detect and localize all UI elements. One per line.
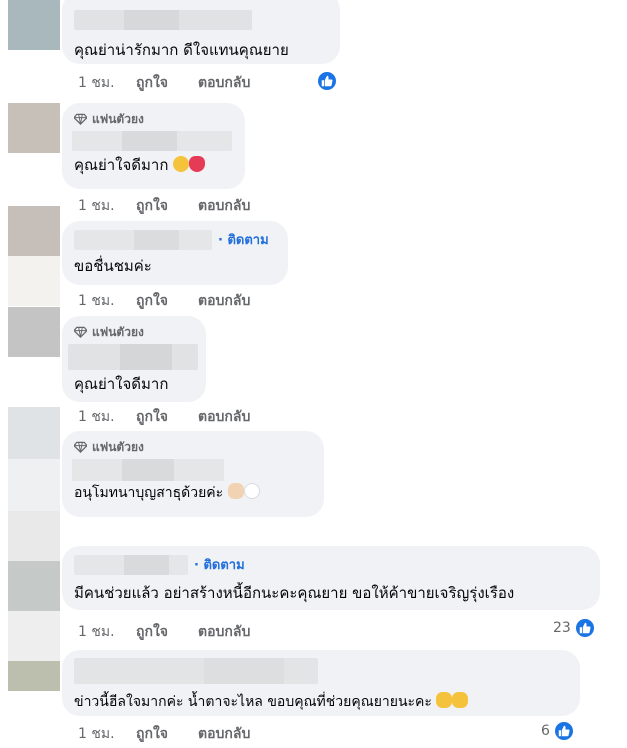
comment-actions: 1 ชม. ถูกใจ ตอบกลับ: [78, 621, 250, 643]
avatar[interactable]: [8, 611, 60, 661]
commenter-name-blurred[interactable]: [74, 229, 212, 250]
follow-button[interactable]: · ติดตาม: [218, 229, 269, 250]
like-button[interactable]: ถูกใจ: [136, 723, 194, 745]
comment-bubble: แฟนตัวยง คุณย่าใจดีมาก: [62, 316, 206, 402]
follow-button[interactable]: · ติดตาม: [194, 554, 245, 575]
folded-hands-emoji-icon: [227, 483, 244, 499]
top-fan-badge: แฟนตัวยง: [74, 324, 194, 340]
like-button[interactable]: ถูกใจ: [136, 406, 194, 428]
like-button[interactable]: ถูกใจ: [136, 72, 194, 94]
comment-text: คุณย่าน่ารักมาก ดีใจแทนคุณยาย: [74, 41, 289, 59]
reply-button[interactable]: ตอบกลับ: [198, 195, 250, 217]
comment-time[interactable]: 1 ชม.: [78, 723, 120, 745]
comment-time[interactable]: 1 ชม.: [78, 406, 120, 428]
top-fan-badge: แฟนตัวยง: [74, 439, 312, 455]
commenter-name-blurred[interactable]: [74, 554, 188, 575]
like-thumb-icon: [316, 70, 338, 92]
comment-actions: 1 ชม. ถูกใจ ตอบกลับ: [78, 290, 250, 312]
comment-actions: 1 ชม. ถูกใจ ตอบกลับ: [78, 195, 250, 217]
like-thumb-icon: [573, 617, 596, 639]
comment-actions: 1 ชม. ถูกใจ ตอบกลับ: [78, 406, 250, 428]
comment-text: อนุโมทนาบุญสาธุด้วยค่ะ: [74, 483, 312, 503]
comment-text: ขอชื่นชมค่ะ: [74, 257, 152, 275]
pleading-face-emoji-icon: [173, 156, 190, 172]
white-heart-emoji-icon: [243, 483, 260, 499]
comment-bubble: คุณย่าน่ารักมาก ดีใจแทนคุณยาย: [62, 0, 340, 64]
avatar[interactable]: [8, 307, 60, 357]
avatar-part: [8, 256, 60, 306]
reaction-count: 6: [541, 723, 550, 739]
avatar-part: [8, 561, 60, 611]
comment-actions: 1 ชม. ถูกใจ ตอบกลับ: [78, 723, 250, 745]
like-button[interactable]: ถูกใจ: [136, 621, 194, 643]
avatar[interactable]: [8, 407, 60, 459]
reply-button[interactable]: ตอบกลับ: [198, 406, 250, 428]
comment-text-content: คุณย่าใจดีมาก: [74, 156, 169, 174]
like-button[interactable]: ถูกใจ: [136, 195, 194, 217]
avatar[interactable]: [8, 0, 60, 50]
comment-bubble: แฟนตัวยง คุณย่าใจดีมาก: [62, 103, 245, 189]
reaction-summary[interactable]: 23: [553, 617, 596, 639]
comment-bubble: ข่าวนี้ฮีลใจมากค่ะ น้ำตาจะไหล ขอบคุณที่ช…: [62, 650, 580, 716]
reaction-summary[interactable]: [316, 70, 338, 92]
badge-label: แฟนตัวยง: [92, 439, 144, 454]
mending-heart-emoji-icon: [189, 156, 206, 172]
reply-button[interactable]: ตอบกลับ: [198, 621, 250, 643]
avatar-part: [8, 661, 60, 691]
badge-label: แฟนตัวยง: [92, 111, 144, 126]
badge-label: แฟนตัวยง: [92, 324, 144, 339]
avatar[interactable]: [8, 511, 60, 561]
commenter-name-blurred[interactable]: [72, 459, 224, 481]
avatar[interactable]: [8, 206, 60, 256]
reaction-summary[interactable]: 6: [541, 720, 575, 742]
folded-hands-emoji-icon: [436, 692, 453, 708]
like-thumb-icon: [552, 720, 575, 742]
avatar[interactable]: [8, 103, 60, 153]
reaction-count: 23: [553, 620, 571, 636]
commenter-name-blurred[interactable]: [74, 10, 252, 30]
comment-bubble: แฟนตัวยง อนุโมทนาบุญสาธุด้วยค่ะ: [62, 431, 324, 517]
commenter-name-blurred[interactable]: [74, 658, 318, 684]
diamond-icon: [74, 113, 87, 125]
comment-text-content: อนุโมทนาบุญสาธุด้วยค่ะ: [74, 485, 224, 501]
comment-actions: 1 ชม. ถูกใจ ตอบกลับ: [78, 72, 250, 94]
comment-text: คุณย่าใจดีมาก: [74, 155, 233, 175]
comment-time[interactable]: 1 ชม.: [78, 621, 120, 643]
avatar-part: [8, 459, 60, 511]
diamond-icon: [74, 441, 87, 453]
commenter-name-blurred[interactable]: [72, 131, 232, 151]
comment-bubble: · ติดตาม ขอชื่นชมค่ะ: [62, 221, 288, 285]
comment-text-content: ข่าวนี้ฮีลใจมากค่ะ น้ำตาจะไหล ขอบคุณที่ช…: [74, 694, 432, 710]
folded-hands-emoji-icon: [452, 692, 469, 708]
comment-text: มีคนช่วยแล้ว อย่าสร้างหนี้อีกนะคะคุณยาย …: [74, 584, 515, 602]
comment-time[interactable]: 1 ชม.: [78, 290, 120, 312]
comment-text: ข่าวนี้ฮีลใจมากค่ะ น้ำตาจะไหล ขอบคุณที่ช…: [74, 692, 568, 712]
reply-button[interactable]: ตอบกลับ: [198, 290, 250, 312]
comment-time[interactable]: 1 ชม.: [78, 72, 120, 94]
commenter-name-blurred[interactable]: [68, 344, 198, 370]
comment-bubble: · ติดตาม มีคนช่วยแล้ว อย่าสร้างหนี้อีกนะ…: [62, 546, 600, 610]
diamond-icon: [74, 326, 87, 338]
comment-text: คุณย่าใจดีมาก: [74, 375, 169, 393]
top-fan-badge: แฟนตัวยง: [74, 111, 233, 127]
reply-button[interactable]: ตอบกลับ: [198, 72, 250, 94]
comment-time[interactable]: 1 ชม.: [78, 195, 120, 217]
like-button[interactable]: ถูกใจ: [136, 290, 194, 312]
reply-button[interactable]: ตอบกลับ: [198, 723, 250, 745]
